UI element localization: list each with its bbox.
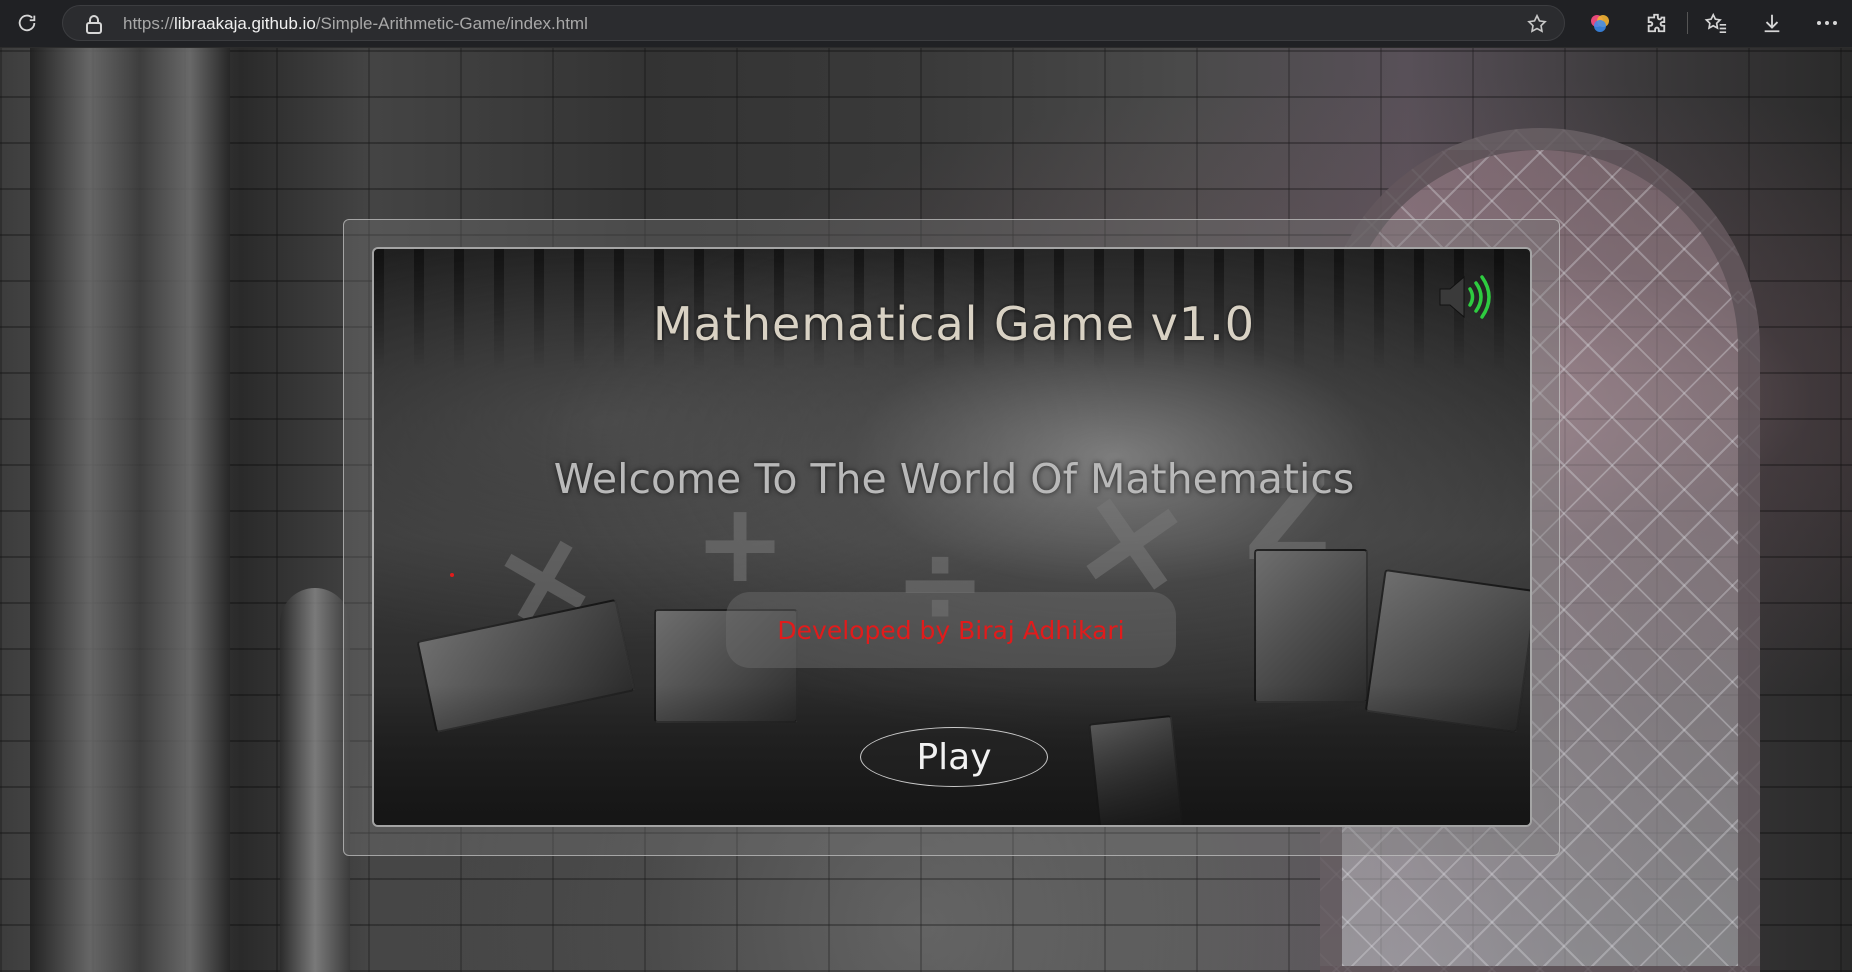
more-icon[interactable] <box>1812 8 1842 38</box>
lock-icon[interactable] <box>85 14 103 38</box>
address-bar[interactable]: https://libraakaja.github.io/Simple-Arit… <box>62 5 1565 41</box>
page-background: × + ÷ × Z Mathematical Game v1.0 Welcome… <box>0 48 1852 972</box>
game-title: Mathematical Game v1.0 <box>652 297 1255 351</box>
browser-toolbar: https://libraakaja.github.io/Simple-Arit… <box>0 0 1852 48</box>
stone-block-decor <box>1254 549 1368 703</box>
favorite-star-icon[interactable] <box>1526 13 1548 39</box>
welcome-heading: Welcome To The World Of Mathematics <box>553 455 1355 503</box>
url-path: /Simple-Arithmetic-Game/index.html <box>315 14 588 33</box>
play-button[interactable]: Play <box>860 727 1048 787</box>
downloads-icon[interactable] <box>1757 8 1787 38</box>
copilot-icon[interactable] <box>1585 8 1615 38</box>
developer-badge: Developed by Biraj Adhikari <box>726 592 1176 668</box>
url-host: libraakaja.github.io <box>174 14 316 33</box>
favorites-icon[interactable] <box>1701 8 1731 38</box>
extensions-icon[interactable] <box>1641 8 1671 38</box>
url-text[interactable]: https://libraakaja.github.io/Simple-Arit… <box>123 14 588 34</box>
red-marker-dot <box>450 573 454 577</box>
gothic-pillar-left <box>30 48 230 972</box>
toolbar-divider <box>1687 12 1688 34</box>
developer-credit: Developed by Biraj Adhikari <box>777 615 1125 645</box>
refresh-icon[interactable] <box>12 8 42 38</box>
game-screen: × + ÷ × Z Mathematical Game v1.0 Welcome… <box>372 247 1532 827</box>
url-scheme: https:// <box>123 14 175 33</box>
statue-figure <box>280 588 350 972</box>
